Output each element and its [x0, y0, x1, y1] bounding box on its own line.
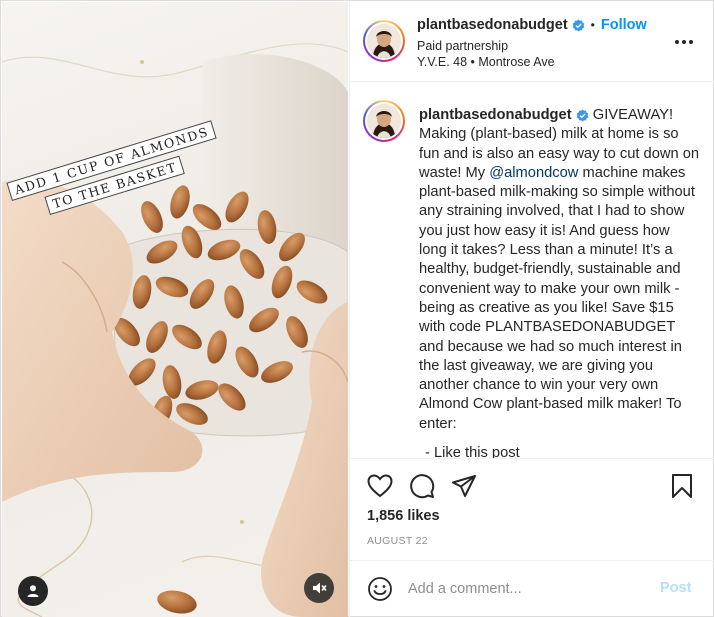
caption-next-line: - Like this post	[425, 445, 520, 459]
profile-photo	[367, 24, 401, 58]
header-title-row: plantbasedonabudget • Follow	[417, 17, 647, 33]
bookmark-icon	[672, 474, 692, 498]
header-username[interactable]: plantbasedonabudget	[417, 17, 568, 33]
more-options-icon[interactable]	[672, 32, 696, 52]
post-dialog: ADD 1 CUP OF ALMONDS TO THE BASKET plant…	[0, 0, 714, 617]
profile-photo	[367, 104, 401, 138]
location-link[interactable]: Y.V.E. 48 • Montrose Ave	[417, 55, 555, 69]
add-comment-bar: Post	[350, 560, 714, 617]
paper-plane-icon	[452, 475, 476, 497]
caption-username[interactable]: plantbasedonabudget	[419, 107, 572, 123]
verified-badge-icon	[572, 19, 584, 31]
post-comment-button[interactable]: Post	[660, 580, 691, 596]
mention-link[interactable]: @almondcow	[489, 165, 578, 181]
post-side-panel: plantbasedonabudget • Follow Paid partne…	[349, 2, 714, 617]
caption-text-part-2: machine makes plant-based milk-making so…	[419, 164, 695, 432]
avatar[interactable]	[363, 20, 405, 62]
comment-button[interactable]	[408, 472, 436, 500]
almond-pouring-scene	[2, 43, 348, 617]
user-icon	[27, 585, 39, 597]
caption-comment-area[interactable]: plantbasedonabudget GIVEAWAY! Making (pl…	[350, 83, 714, 459]
post-date[interactable]: AUGUST 22	[367, 535, 428, 547]
paid-partnership-label[interactable]: Paid partnership	[417, 39, 508, 53]
verified-badge-icon	[576, 109, 588, 122]
speaker-muted-icon	[313, 582, 327, 594]
likes-count[interactable]: 1,856 likes	[367, 508, 440, 524]
comment-input[interactable]	[408, 577, 648, 601]
save-button[interactable]	[668, 472, 696, 500]
emoji-button[interactable]	[366, 575, 394, 603]
post-header: plantbasedonabudget • Follow Paid partne…	[350, 2, 714, 82]
smiley-icon	[368, 577, 392, 601]
share-button[interactable]	[450, 472, 478, 500]
like-button[interactable]	[366, 472, 394, 500]
comment-bubble-icon	[410, 474, 435, 499]
tagged-users-button[interactable]	[18, 576, 48, 606]
post-caption: plantbasedonabudget GIVEAWAY! Making (pl…	[419, 106, 701, 434]
heart-icon	[367, 474, 393, 498]
header-separator: •	[590, 18, 595, 32]
mute-toggle-button[interactable]	[304, 573, 334, 603]
post-video[interactable]: ADD 1 CUP OF ALMONDS TO THE BASKET	[2, 2, 348, 617]
action-bar	[350, 468, 714, 504]
video-text-overlay: ADD 1 CUP OF ALMONDS TO THE BASKET	[6, 120, 226, 215]
caption-avatar[interactable]	[363, 100, 405, 142]
follow-button[interactable]: Follow	[601, 17, 647, 33]
